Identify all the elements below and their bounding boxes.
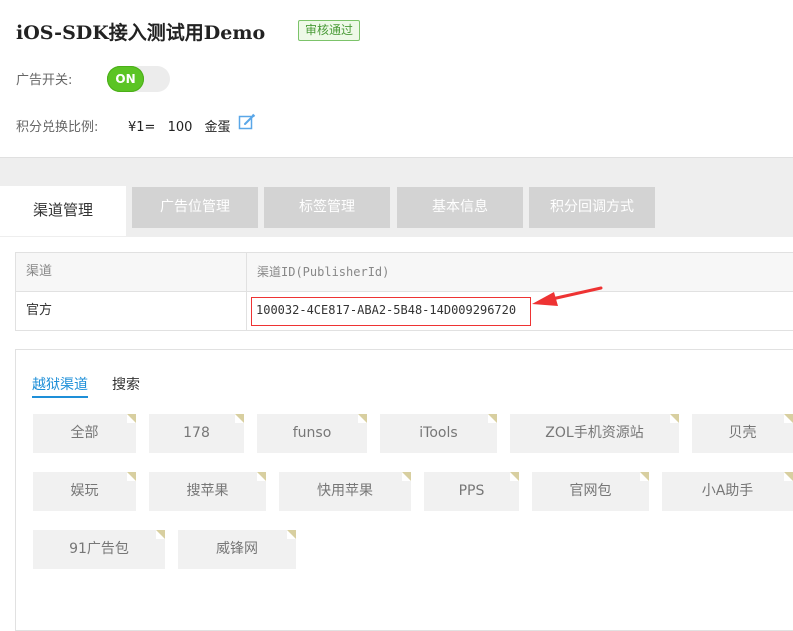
chip-91-ad-package[interactable]: 91广告包 xyxy=(33,530,165,569)
ratio-currency: ¥1= xyxy=(128,120,156,135)
tab-channel-management[interactable]: 渠道管理 xyxy=(0,186,126,236)
ratio-label: 积分兑换比例: xyxy=(16,120,99,135)
chip-pps[interactable]: PPS xyxy=(424,472,519,511)
ad-switch-toggle[interactable]: ON xyxy=(107,66,170,92)
tab-tag-management[interactable]: 标签管理 xyxy=(264,187,390,228)
header-publisher-id: 渠道ID(PublisherId) xyxy=(257,265,390,279)
cell-channel: 官方 xyxy=(26,303,53,318)
chip-178[interactable]: 178 xyxy=(149,414,244,453)
chip-official-package[interactable]: 官网包 xyxy=(532,472,649,511)
chip-funso[interactable]: funso xyxy=(257,414,367,453)
ratio-value: ¥1= 100 金蛋 xyxy=(128,116,239,135)
chip-kuaiyong[interactable]: 快用苹果 xyxy=(279,472,411,511)
ratio-unit: 金蛋 xyxy=(204,120,231,135)
chip-xiaoa[interactable]: 小A助手 xyxy=(662,472,793,511)
app-title: iOS-SDK接入测试用Demo xyxy=(16,22,266,44)
column-divider xyxy=(246,292,247,330)
tab-points-callback[interactable]: 积分回调方式 xyxy=(529,187,655,228)
tab-ad-slot-management[interactable]: 广告位管理 xyxy=(132,187,258,228)
subtab-search[interactable]: 搜索 xyxy=(112,374,140,394)
chip-beike[interactable]: 贝壳 xyxy=(692,414,793,453)
ratio-amount: 100 xyxy=(167,120,193,135)
chip-souapple[interactable]: 搜苹果 xyxy=(149,472,266,511)
status-badge: 审核通过 xyxy=(298,20,361,41)
toggle-on-label: ON xyxy=(107,66,144,92)
header-channel: 渠道 xyxy=(26,264,53,279)
chip-zol[interactable]: ZOL手机资源站 xyxy=(510,414,679,453)
column-divider xyxy=(246,253,247,291)
publisher-id-value[interactable]: 100032-4CE817-ABA2-5B48-14D009296720 xyxy=(256,303,516,317)
chip-weiphone[interactable]: 威锋网 xyxy=(178,530,296,569)
edit-icon[interactable] xyxy=(238,113,256,131)
red-arrow-icon xyxy=(532,286,603,306)
chip-all[interactable]: 全部 xyxy=(33,414,136,453)
subtab-jailbreak-channels[interactable]: 越狱渠道 xyxy=(32,374,88,398)
tab-basic-info[interactable]: 基本信息 xyxy=(397,187,523,228)
chip-yuwan[interactable]: 娱玩 xyxy=(33,472,136,511)
ad-switch-label: 广告开关: xyxy=(16,73,73,88)
table-header: 渠道 渠道ID(PublisherId) xyxy=(16,253,793,292)
chip-itools[interactable]: iTools xyxy=(380,414,497,453)
